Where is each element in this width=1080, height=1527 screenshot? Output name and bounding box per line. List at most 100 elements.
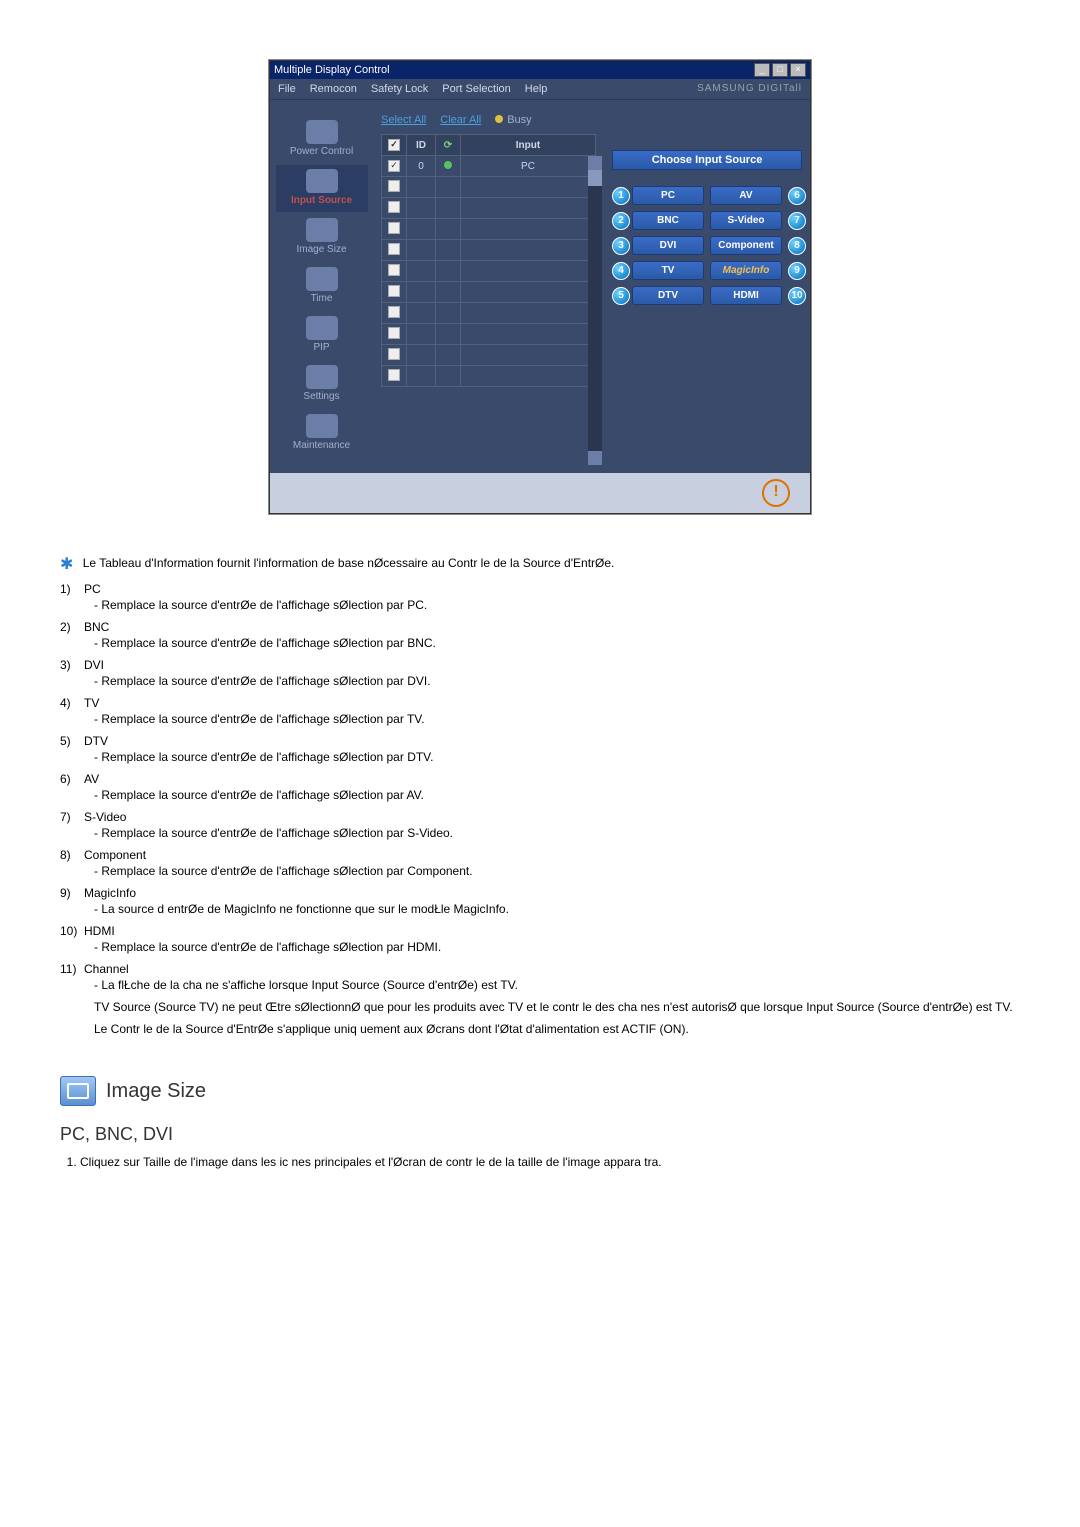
- callout-3: 3: [612, 237, 630, 255]
- table-row[interactable]: [382, 303, 596, 324]
- scroll-thumb[interactable]: [588, 170, 602, 186]
- warning-icon: !: [762, 479, 790, 507]
- header-checkbox[interactable]: [388, 139, 400, 151]
- table-row[interactable]: [382, 324, 596, 345]
- source-magicinfo-button[interactable]: MagicInfo: [710, 261, 782, 280]
- power-icon: [306, 120, 338, 144]
- note-1: TV Source (Source TV) ne peut Œtre sØlec…: [94, 1000, 1020, 1014]
- row-checkbox[interactable]: [388, 222, 400, 234]
- scroll-down-icon[interactable]: [588, 451, 602, 465]
- sidebar-item-settings[interactable]: Settings: [276, 361, 368, 408]
- row-id: 0: [407, 156, 436, 177]
- row-input: PC: [461, 156, 596, 177]
- sidebar-item-maintenance[interactable]: Maintenance: [276, 410, 368, 457]
- table-row[interactable]: 0 PC: [382, 156, 596, 177]
- list-item: 3)DVI- Remplace la source d'entrØe de l'…: [60, 658, 1020, 688]
- image-size-section-icon: [60, 1076, 96, 1106]
- list-item: 2)BNC- Remplace la source d'entrØe de l'…: [60, 620, 1020, 650]
- row-checkbox[interactable]: [388, 306, 400, 318]
- settings-icon: [306, 365, 338, 389]
- source-hdmi-button[interactable]: HDMI: [710, 286, 782, 305]
- sidebar-item-input-source[interactable]: Input Source: [276, 165, 368, 212]
- center-panel: Select All Clear All Busy ID ⟳ Input 0 P…: [373, 100, 604, 473]
- select-all-button[interactable]: Select All: [381, 114, 426, 126]
- row-checkbox[interactable]: [388, 348, 400, 360]
- scrollbar[interactable]: [588, 156, 602, 465]
- sidebar-item-power-control[interactable]: Power Control: [276, 116, 368, 163]
- row-checkbox[interactable]: [388, 264, 400, 276]
- source-bnc-button[interactable]: BNC: [632, 211, 704, 230]
- input-source-icon: [306, 169, 338, 193]
- callout-7: 7: [788, 212, 806, 230]
- table-row[interactable]: [382, 219, 596, 240]
- callout-4: 4: [612, 262, 630, 280]
- menu-help[interactable]: Help: [525, 83, 548, 95]
- image-size-icon: [306, 218, 338, 242]
- list-item: 8)Component- Remplace la source d'entrØe…: [60, 848, 1020, 878]
- busy-indicator: Busy: [495, 114, 531, 126]
- list-item: 11)Channel- La flŁche de la cha ne s'aff…: [60, 962, 1020, 992]
- row-checkbox[interactable]: [388, 201, 400, 213]
- list-item: 7)S-Video- Remplace la source d'entrØe d…: [60, 810, 1020, 840]
- menu-safety-lock[interactable]: Safety Lock: [371, 83, 428, 95]
- brand-logo: SAMSUNG DIGITall: [697, 83, 802, 95]
- menu-port-selection[interactable]: Port Selection: [442, 83, 510, 95]
- col-status: ⟳: [436, 135, 461, 156]
- window-title: Multiple Display Control: [274, 64, 390, 76]
- right-panel: Choose Input Source 1 PC AV 6 2 BNC S-Vi…: [604, 100, 810, 473]
- sidebar-item-pip[interactable]: PIP: [276, 312, 368, 359]
- table-row[interactable]: [382, 366, 596, 387]
- col-id: ID: [407, 135, 436, 156]
- row-checkbox[interactable]: [388, 285, 400, 297]
- maintenance-icon: [306, 414, 338, 438]
- row-checkbox[interactable]: [388, 180, 400, 192]
- list-item: 9)MagicInfo- La source d entrØe de Magic…: [60, 886, 1020, 916]
- source-dtv-button[interactable]: DTV: [632, 286, 704, 305]
- source-av-button[interactable]: AV: [710, 186, 782, 205]
- row-checkbox[interactable]: [388, 243, 400, 255]
- col-input: Input: [461, 135, 596, 156]
- row-checkbox[interactable]: [388, 369, 400, 381]
- menu-file[interactable]: File: [278, 83, 296, 95]
- pip-icon: [306, 316, 338, 340]
- window-controls: _ □ ×: [754, 63, 806, 77]
- scroll-up-icon[interactable]: [588, 156, 602, 170]
- steps-list: Cliquez sur Taille de l'image dans les i…: [60, 1155, 1020, 1169]
- source-pc-button[interactable]: PC: [632, 186, 704, 205]
- table-row[interactable]: [382, 345, 596, 366]
- table-row[interactable]: [382, 198, 596, 219]
- list-item: 6)AV- Remplace la source d'entrØe de l'a…: [60, 772, 1020, 802]
- source-svideo-button[interactable]: S-Video: [710, 211, 782, 230]
- callout-2: 2: [612, 212, 630, 230]
- display-grid: ID ⟳ Input 0 PC: [381, 134, 596, 387]
- choose-input-header: Choose Input Source: [612, 150, 802, 170]
- source-tv-button[interactable]: TV: [632, 261, 704, 280]
- step-item: Cliquez sur Taille de l'image dans les i…: [80, 1155, 1020, 1169]
- source-dvi-button[interactable]: DVI: [632, 236, 704, 255]
- table-row[interactable]: [382, 261, 596, 282]
- table-row[interactable]: [382, 240, 596, 261]
- sidebar-item-time[interactable]: Time: [276, 263, 368, 310]
- clear-all-button[interactable]: Clear All: [440, 114, 481, 126]
- table-row[interactable]: [382, 177, 596, 198]
- sidebar-item-image-size[interactable]: Image Size: [276, 214, 368, 261]
- star-icon: ✱: [60, 556, 73, 573]
- row-checkbox[interactable]: [388, 160, 400, 172]
- source-component-button[interactable]: Component: [710, 236, 782, 255]
- menu-remocon[interactable]: Remocon: [310, 83, 357, 95]
- menubar: File Remocon Safety Lock Port Selection …: [270, 79, 810, 100]
- minimize-button[interactable]: _: [754, 63, 770, 77]
- callout-1: 1: [612, 187, 630, 205]
- status-dot-icon: [444, 161, 452, 169]
- section-subheader: PC, BNC, DVI: [60, 1124, 1020, 1145]
- description-list: 1)PC- Remplace la source d'entrØe de l'a…: [60, 582, 1020, 992]
- maximize-button[interactable]: □: [772, 63, 788, 77]
- row-checkbox[interactable]: [388, 327, 400, 339]
- table-row[interactable]: [382, 282, 596, 303]
- statusbar: !: [270, 473, 810, 513]
- app-window: Multiple Display Control _ □ × File Remo…: [269, 60, 811, 514]
- close-button[interactable]: ×: [790, 63, 806, 77]
- section-title: Image Size: [106, 1080, 206, 1103]
- section-header: Image Size: [60, 1076, 1020, 1106]
- toolbar: Select All Clear All Busy: [381, 114, 596, 126]
